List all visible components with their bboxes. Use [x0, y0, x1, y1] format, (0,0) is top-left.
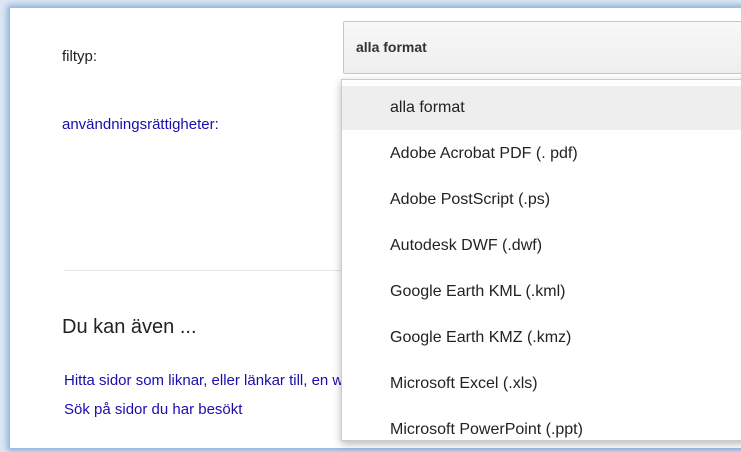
- option-all-formats[interactable]: alla format: [342, 86, 741, 130]
- filetype-select-value: alla format: [356, 39, 427, 55]
- filetype-dropdown-menu[interactable]: alla format Adobe Acrobat PDF (. pdf) Ad…: [341, 79, 741, 441]
- option-dwf[interactable]: Autodesk DWF (.dwf): [342, 224, 741, 268]
- option-pdf[interactable]: Adobe Acrobat PDF (. pdf): [342, 132, 741, 176]
- option-kmz[interactable]: Google Earth KMZ (.kmz): [342, 316, 741, 360]
- visited-pages-link[interactable]: Sök på sidor du har besökt: [64, 401, 242, 418]
- also-heading: Du kan även ...: [62, 316, 197, 338]
- option-ppt[interactable]: Microsoft PowerPoint (.ppt): [342, 408, 741, 452]
- option-ps[interactable]: Adobe PostScript (.ps): [342, 178, 741, 222]
- filetype-label: filtyp:: [62, 48, 98, 65]
- option-xls[interactable]: Microsoft Excel (.xls): [342, 362, 741, 406]
- option-kml[interactable]: Google Earth KML (.kml): [342, 270, 741, 314]
- usage-rights-link[interactable]: användningsrättigheter:: [62, 116, 219, 133]
- filetype-select[interactable]: alla format: [343, 21, 741, 74]
